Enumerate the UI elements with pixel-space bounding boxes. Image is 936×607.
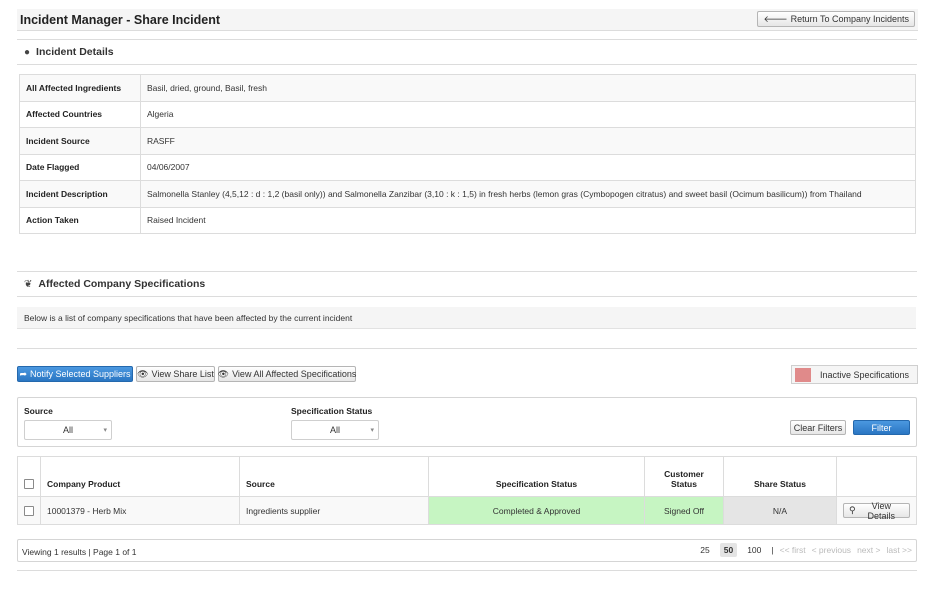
cell-actions: ⚲ View Details: [836, 496, 917, 525]
status-filter-value: All: [329, 425, 340, 435]
pagination-info: Viewing 1 results | Page 1 of 1: [22, 547, 137, 557]
detail-row: Affected Countries Algeria: [19, 100, 916, 128]
detail-label: Affected Countries: [19, 100, 141, 128]
previous-page-link[interactable]: < previous: [812, 545, 851, 555]
detail-row: Date Flagged 04/06/2007: [19, 153, 916, 181]
return-label: Return To Company Incidents: [790, 14, 909, 24]
table-row: 10001379 - Herb Mix Ingredients supplier…: [17, 496, 917, 525]
clear-filters-button[interactable]: Clear Filters: [790, 420, 846, 435]
col-spec-status[interactable]: Specification Status: [428, 456, 645, 497]
cell-share-status: N/A: [723, 496, 837, 525]
legend-swatch: [795, 368, 811, 382]
first-page-link[interactable]: << first: [780, 545, 806, 555]
incident-details-header: ● Incident Details: [17, 39, 917, 65]
next-page-link[interactable]: next >: [857, 545, 880, 555]
affected-specs-header: ❦ Affected Company Specifications: [17, 271, 917, 297]
filter-button[interactable]: Filter: [853, 420, 910, 435]
detail-row: Incident Source RASFF: [19, 127, 916, 155]
page-size-50[interactable]: 50: [719, 543, 738, 557]
status-filter-label: Specification Status: [291, 406, 373, 416]
leaf-icon: ❦: [24, 278, 33, 290]
detail-value: RASFF: [140, 127, 916, 155]
detail-label: Incident Description: [19, 180, 141, 208]
pagination-separator: |: [771, 545, 774, 555]
col-customer-status-line2: Status: [671, 479, 697, 489]
globe-icon: ●: [24, 46, 31, 58]
source-filter-value: All: [62, 425, 73, 435]
pagination-bar: Viewing 1 results | Page 1 of 1 25 50 10…: [17, 539, 917, 562]
page-title: Incident Manager - Share Incident: [20, 13, 221, 27]
last-page-link[interactable]: last >>: [886, 545, 912, 555]
specifications-table: Company Product Source Specification Sta…: [17, 456, 917, 525]
share-list-label: View Share List: [151, 369, 214, 379]
cell-customer-status: Signed Off: [644, 496, 724, 525]
cell-product: 10001379 - Herb Mix: [40, 496, 240, 525]
detail-value: Raised Incident: [140, 206, 916, 234]
view-share-list-button[interactable]: 👁 View Share List: [136, 366, 215, 382]
view-details-button[interactable]: ⚲ View Details: [843, 500, 910, 521]
table-header-row: Company Product Source Specification Sta…: [17, 456, 917, 497]
divider: [17, 348, 917, 349]
incident-details-title: Incident Details: [36, 46, 114, 58]
inactive-specs-legend: Inactive Specifications: [791, 365, 918, 384]
notify-label: Notify Selected Suppliers: [29, 369, 131, 379]
detail-value: Salmonella Stanley (4,5,12 : d : 1,2 (ba…: [140, 180, 916, 208]
view-all-specs-button[interactable]: 👁 View All Affected Specifications: [218, 366, 356, 382]
col-product[interactable]: Company Product: [40, 456, 240, 497]
pagination-links: 25 50 100 | << first < previous next > l…: [690, 543, 912, 557]
incident-details-table: All Affected Ingredients Basil, dried, g…: [19, 74, 916, 234]
cell-spec-status: Completed & Approved: [428, 496, 645, 525]
eye-icon: 👁: [217, 368, 230, 379]
eye-icon: 👁: [137, 368, 149, 379]
chevron-down-icon: ▾: [103, 427, 107, 434]
view-details-label: View Details: [867, 500, 896, 521]
chevron-down-icon: ▾: [370, 427, 374, 434]
row-checkbox[interactable]: [24, 505, 34, 516]
detail-value: 04/06/2007: [140, 153, 916, 181]
detail-row: Incident Description Salmonella Stanley …: [19, 180, 916, 208]
page-size-100[interactable]: 100: [743, 543, 765, 557]
filter-panel: [17, 397, 917, 447]
detail-label: Action Taken: [19, 206, 141, 234]
page-header: Incident Manager - Share Incident 🡐 Retu…: [17, 9, 918, 31]
cell-source: Ingredients supplier: [239, 496, 429, 525]
status-filter-select[interactable]: All ▾: [291, 420, 379, 440]
divider: [17, 570, 917, 571]
notify-suppliers-button[interactable]: ➦ Notify Selected Suppliers: [17, 366, 133, 382]
detail-value: Basil, dried, ground, Basil, fresh: [140, 74, 916, 102]
source-filter-label: Source: [24, 406, 53, 416]
search-icon: ⚲: [849, 505, 856, 515]
col-actions: [836, 456, 917, 497]
detail-label: Date Flagged: [19, 153, 141, 181]
affected-specs-description: Below is a list of company specification…: [17, 307, 916, 329]
detail-row: All Affected Ingredients Basil, dried, g…: [19, 74, 916, 102]
affected-specs-title: Affected Company Specifications: [38, 278, 206, 290]
share-arrow-icon: ➦: [19, 368, 27, 379]
col-customer-status-line1: Customer: [664, 469, 704, 479]
col-source[interactable]: Source: [239, 456, 429, 497]
select-all-checkbox[interactable]: [24, 479, 34, 489]
legend-label: Inactive Specifications: [820, 370, 910, 380]
row-select-cell: [17, 496, 41, 525]
col-share-status[interactable]: Share Status: [723, 456, 837, 497]
detail-row: Action Taken Raised Incident: [19, 206, 916, 234]
select-all-cell: [17, 456, 41, 497]
detail-label: Incident Source: [19, 127, 141, 155]
view-all-label: View All Affected Specifications: [232, 369, 357, 379]
col-customer-status[interactable]: Customer Status: [644, 456, 724, 497]
arrow-left-icon: 🡐: [763, 13, 788, 24]
page-size-25[interactable]: 25: [696, 543, 713, 557]
source-filter-select[interactable]: All ▾: [24, 420, 112, 440]
detail-value: Algeria: [140, 100, 916, 128]
detail-label: All Affected Ingredients: [19, 74, 141, 102]
return-to-incidents-button[interactable]: 🡐 Return To Company Incidents: [757, 11, 915, 27]
